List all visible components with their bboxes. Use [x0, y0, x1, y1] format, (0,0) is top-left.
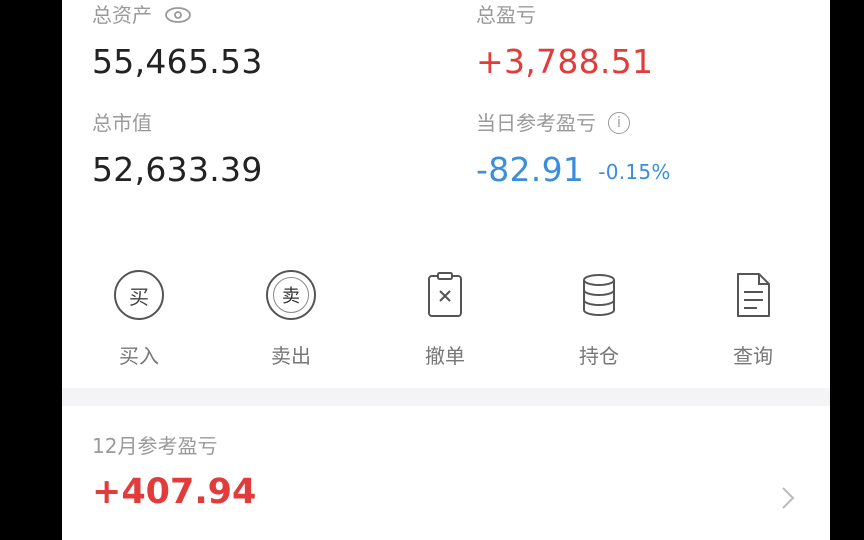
total-pnl-value: +3,788.51 — [476, 42, 654, 81]
market-value-label: 总市值 — [92, 111, 152, 135]
monthly-pnl-card[interactable]: 12月参考盈亏 +407.94 — [62, 406, 830, 540]
daily-pnl-label: 当日参考盈亏 — [476, 111, 596, 135]
daily-pnl-percent: -0.15% — [598, 159, 671, 184]
account-summary: 总资产 55,465.53 总盈亏 +3,788.51 总市值 52,633.3… — [62, 0, 830, 240]
query-label: 查询 — [733, 344, 773, 368]
monthly-pnl-value: +407.94 — [92, 472, 257, 512]
total-pnl-label: 总盈亏 — [476, 3, 536, 27]
market-value: 总市值 52,633.39 — [92, 108, 263, 190]
eye-icon[interactable] — [164, 6, 192, 24]
app-screen: 总资产 55,465.53 总盈亏 +3,788.51 总市值 52,633.3… — [62, 0, 830, 540]
monthly-pnl-label: 12月参考盈亏 — [92, 434, 218, 458]
total-assets-value: 55,465.53 — [92, 42, 263, 81]
total-assets-label: 总资产 — [92, 3, 152, 27]
daily-pnl-value: -82.91 — [476, 150, 585, 189]
buy-button[interactable]: 买 买入 — [74, 268, 204, 378]
query-button[interactable]: 查询 — [688, 268, 818, 378]
sell-icon: 卖 — [266, 270, 316, 320]
holdings-button[interactable]: 持仓 — [534, 268, 664, 378]
trade-actions: 买 买入 卖 卖出 撤单 持仓 查询 — [62, 240, 830, 388]
daily-pnl: 当日参考盈亏 i -82.91 -0.15% — [476, 108, 671, 192]
total-assets: 总资产 55,465.53 — [92, 0, 263, 82]
sell-label: 卖出 — [271, 344, 311, 368]
document-icon — [737, 273, 770, 317]
cancel-order-icon — [428, 272, 462, 317]
buy-label: 买入 — [119, 344, 159, 368]
total-pnl: 总盈亏 +3,788.51 — [476, 0, 653, 82]
market-value-value: 52,633.39 — [92, 150, 263, 189]
holdings-icon — [583, 274, 615, 316]
sell-button[interactable]: 卖 卖出 — [226, 268, 356, 378]
cancel-order-button[interactable]: 撤单 — [380, 268, 510, 378]
section-divider — [62, 388, 830, 406]
chevron-right-icon[interactable] — [778, 484, 798, 512]
cancel-order-label: 撤单 — [425, 344, 465, 368]
info-icon[interactable]: i — [608, 112, 630, 134]
holdings-label: 持仓 — [579, 344, 619, 368]
buy-icon: 买 — [114, 270, 164, 320]
